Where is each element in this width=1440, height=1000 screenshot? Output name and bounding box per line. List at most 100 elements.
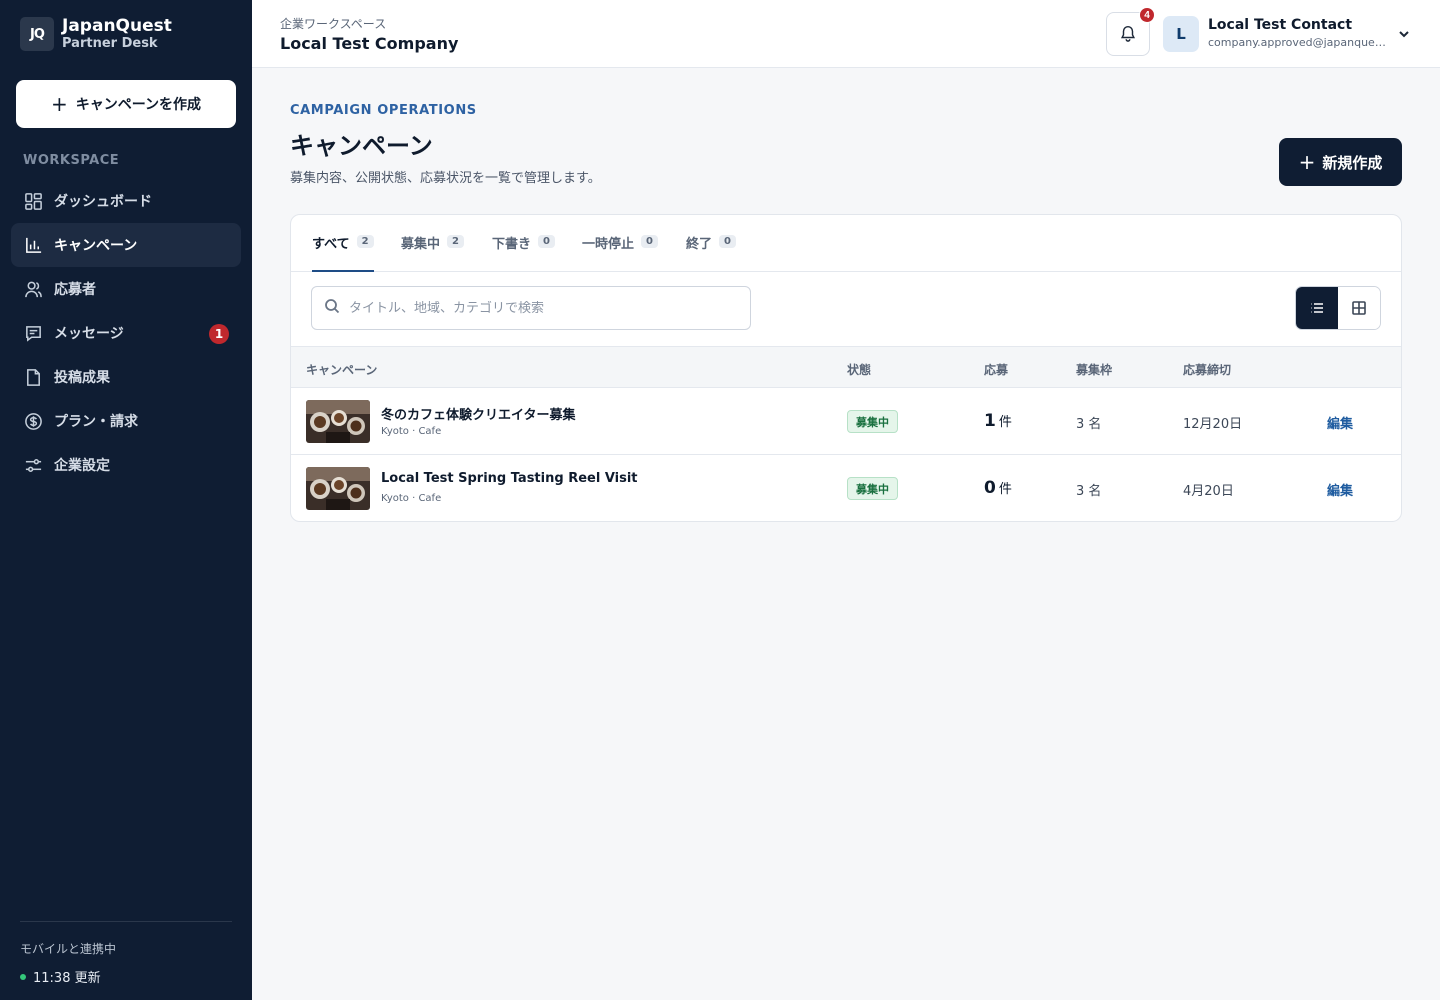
sidebar-item-messages[interactable]: メッセージ 1 — [11, 311, 241, 355]
tab-label: 募集中 — [401, 237, 441, 252]
sync-label: モバイルと連携中 — [20, 942, 117, 956]
column-header-slots: 募集枠 — [1076, 363, 1113, 377]
sidebar: JQ JapanQuest Partner Desk + キャンペーンを作成 W… — [0, 0, 252, 1000]
online-dot-icon — [20, 973, 26, 980]
list-view-button[interactable] — [1296, 287, 1338, 329]
view-toggle — [1295, 286, 1381, 330]
status-tabs: すべて 2 募集中 2 下書き 0 一時停止 0 終了 0 — [291, 215, 1401, 272]
tab-count: 0 — [641, 235, 658, 248]
sidebar-item-label: ダッシュボード — [54, 194, 152, 210]
topbar: 企業ワークスペース Local Test Company 4 L Local T… — [252, 0, 1440, 68]
search-icon — [324, 298, 340, 318]
grid-view-button[interactable] — [1338, 287, 1380, 329]
workspace-section-label: WORKSPACE — [23, 153, 120, 168]
tab-all[interactable]: すべて 2 — [312, 233, 374, 272]
deadline: 4月20日 — [1183, 484, 1234, 499]
page-description: 募集内容、公開状態、応募状況を一覧で管理します。 — [290, 171, 601, 186]
brand-logo: JQ — [20, 17, 54, 52]
table-row[interactable]: Local Test Spring Tasting Reel Visit Kyo… — [291, 455, 1401, 521]
sidebar-item-applicants[interactable]: 応募者 — [11, 267, 241, 311]
tab-recruiting[interactable]: 募集中 2 — [401, 233, 464, 272]
notification-count-badge: 4 — [1139, 7, 1155, 23]
brand[interactable]: JQ JapanQuest Partner Desk — [20, 16, 172, 52]
sidebar-item-label: メッセージ — [54, 326, 124, 342]
tab-count: 0 — [538, 235, 555, 248]
deadline: 12月20日 — [1183, 417, 1243, 432]
status-badge: 募集中 — [847, 410, 898, 433]
application-count: 0 — [984, 478, 996, 498]
tab-ended[interactable]: 終了 0 — [686, 233, 736, 272]
sidebar-item-posts[interactable]: 投稿成果 — [11, 355, 241, 399]
message-icon — [23, 323, 43, 343]
grid-icon — [1352, 301, 1366, 315]
tab-count: 2 — [356, 235, 374, 248]
tab-label: 終了 — [686, 237, 713, 252]
tab-count: 0 — [719, 235, 736, 248]
column-header-campaign: キャンペーン — [306, 363, 378, 377]
tab-label: 下書き — [492, 237, 532, 252]
page-eyebrow: CAMPAIGN OPERATIONS — [290, 103, 477, 118]
application-unit: 件 — [998, 415, 1012, 430]
dollar-icon — [23, 411, 43, 431]
sync-time: 11:38 更新 — [33, 971, 101, 986]
sidebar-item-company-settings[interactable]: 企業設定 — [11, 443, 241, 487]
sidebar-item-campaigns[interactable]: キャンペーン — [11, 223, 241, 267]
campaign-meta: Kyoto · Cafe — [381, 493, 442, 504]
sidebar-item-label: 応募者 — [54, 282, 96, 298]
document-icon — [23, 367, 43, 387]
user-name[interactable]: Local Test Contact — [1208, 17, 1352, 33]
sidebar-item-label: 投稿成果 — [54, 370, 110, 386]
workspace-label: 企業ワークスペース — [280, 17, 387, 31]
campaign-title[interactable]: Local Test Spring Tasting Reel Visit — [381, 471, 638, 486]
plus-icon: + — [50, 92, 68, 116]
edit-link[interactable]: 編集 — [1327, 413, 1353, 432]
status-badge: 募集中 — [847, 477, 898, 500]
slot-count: 3 名 — [1076, 484, 1102, 499]
tab-draft[interactable]: 下書き 0 — [492, 233, 555, 272]
tab-count: 2 — [447, 235, 464, 248]
plus-icon: + — [1298, 150, 1316, 174]
create-campaign-button[interactable]: + キャンペーンを作成 — [16, 80, 236, 128]
settings-sliders-icon — [23, 455, 43, 475]
campaign-thumbnail — [306, 467, 370, 510]
chevron-down-icon[interactable] — [1398, 24, 1412, 44]
campaign-thumbnail — [306, 400, 370, 443]
sidebar-nav: ダッシュボード キャンペーン 応募者 メッセージ 1 投稿成果 プラン・請求 企… — [11, 179, 241, 487]
sidebar-item-dashboard[interactable]: ダッシュボード — [11, 179, 241, 223]
messages-badge: 1 — [209, 324, 229, 344]
column-header-deadline: 応募締切 — [1183, 363, 1232, 377]
column-header-status: 状態 — [847, 363, 872, 377]
sidebar-item-label: キャンペーン — [54, 238, 138, 254]
avatar[interactable]: L — [1163, 16, 1199, 52]
application-unit: 件 — [998, 482, 1012, 497]
tab-paused[interactable]: 一時停止 0 — [582, 233, 658, 272]
dashboard-icon — [23, 191, 43, 211]
list-icon — [1311, 303, 1323, 313]
tab-label: 一時停止 — [582, 237, 635, 252]
bell-icon — [1119, 24, 1137, 45]
search-input[interactable] — [349, 300, 729, 316]
slot-count: 3 名 — [1076, 417, 1102, 432]
users-icon — [23, 279, 43, 299]
brand-name: JapanQuest — [62, 16, 172, 36]
company-name: Local Test Company — [280, 34, 459, 53]
notifications-button[interactable]: 4 — [1106, 7, 1155, 56]
sidebar-item-billing[interactable]: プラン・請求 — [11, 399, 241, 443]
page-title: キャンペーン — [290, 132, 433, 160]
sync-status: モバイルと連携中 11:38 更新 — [20, 921, 232, 986]
campaign-title[interactable]: 冬のカフェ体験クリエイター募集 — [381, 404, 575, 423]
search-box[interactable] — [311, 286, 751, 330]
edit-link[interactable]: 編集 — [1327, 480, 1353, 499]
tab-label: すべて — [312, 237, 350, 252]
create-campaign-label: キャンペーンを作成 — [75, 97, 202, 113]
brand-subtitle: Partner Desk — [62, 35, 158, 51]
application-count: 1 — [984, 411, 996, 431]
table-header: キャンペーン 状態 応募 募集枠 応募締切 — [291, 346, 1401, 388]
new-campaign-button[interactable]: + 新規作成 — [1279, 138, 1402, 186]
new-campaign-label: 新規作成 — [1322, 153, 1383, 172]
column-header-applications: 応募 — [984, 363, 1009, 377]
table-row[interactable]: 冬のカフェ体験クリエイター募集 Kyoto · Cafe 募集中 1件 3 名 … — [291, 388, 1401, 455]
campaign-meta: Kyoto · Cafe — [381, 426, 442, 437]
campaign-list-card: すべて 2 募集中 2 下書き 0 一時停止 0 終了 0 タイトル、地域、カテ… — [290, 214, 1402, 522]
bar-chart-icon — [23, 235, 43, 255]
